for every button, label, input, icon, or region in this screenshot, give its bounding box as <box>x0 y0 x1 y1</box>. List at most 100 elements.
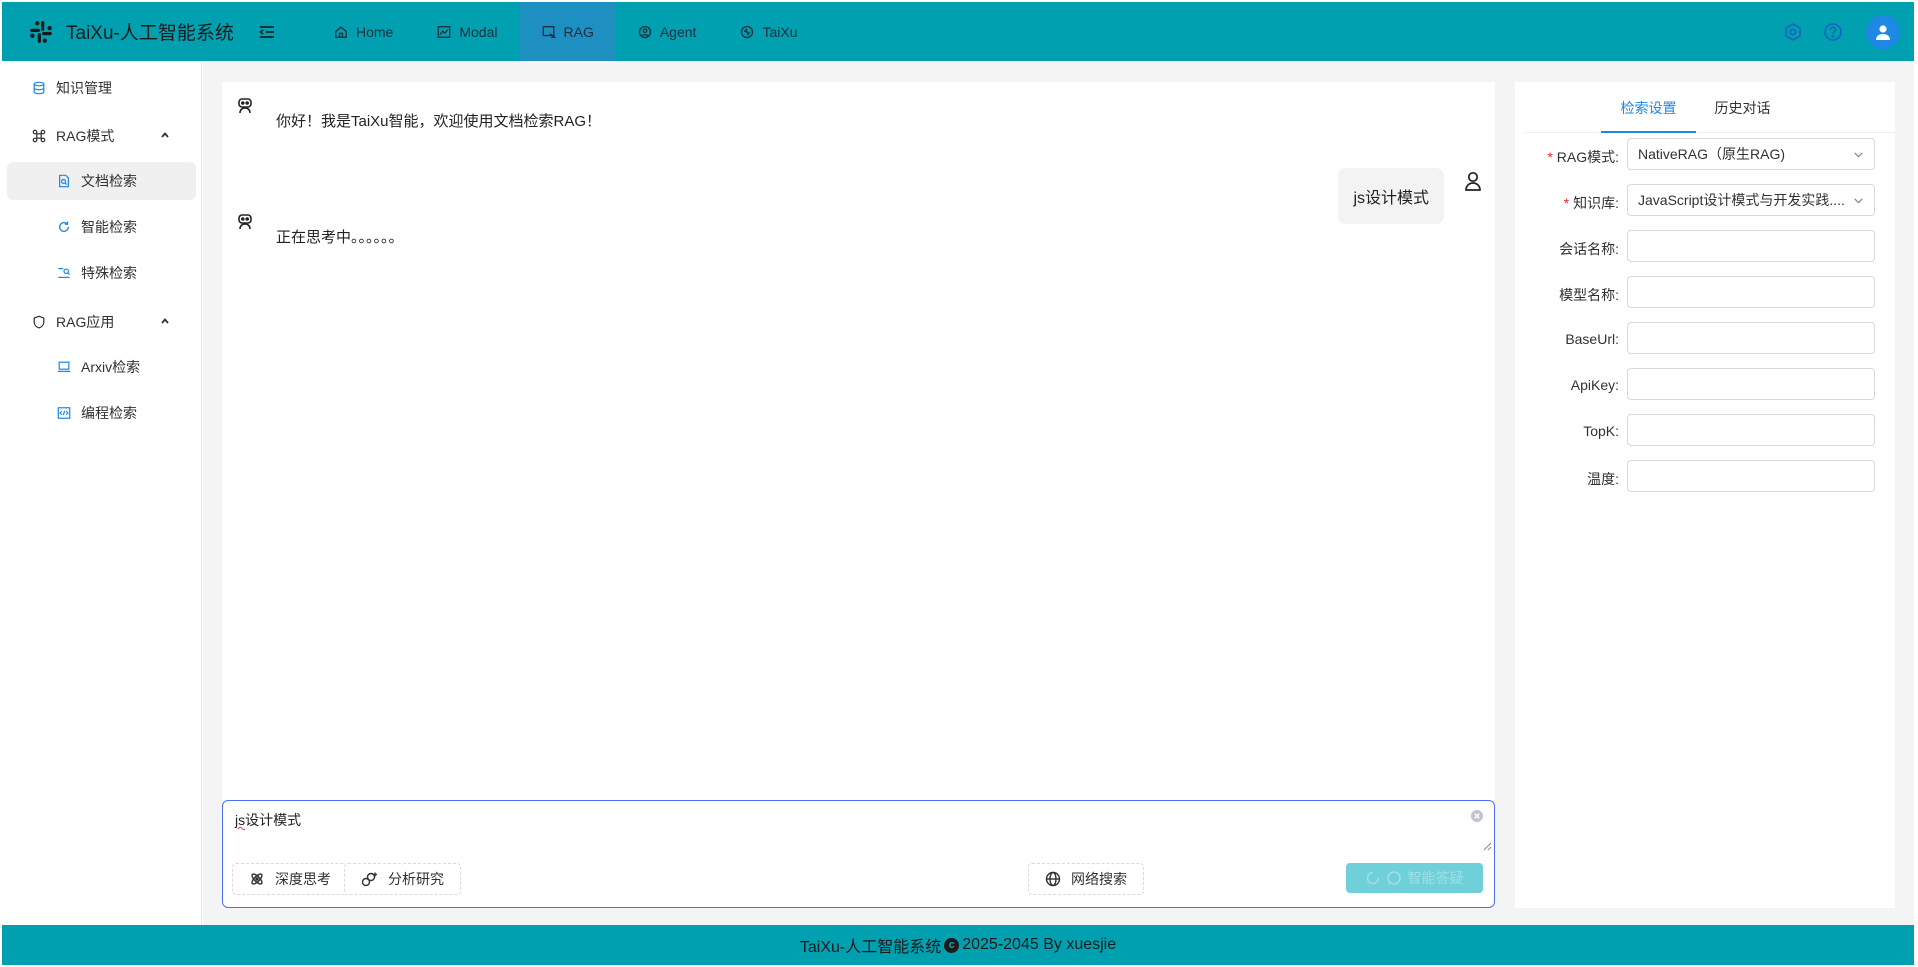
chat-input-rest: 设计模式 <box>245 812 302 828</box>
form-row-model: 模型名称: <box>1515 276 1895 310</box>
deep-think-button[interactable]: 深度思考 <box>232 863 348 895</box>
form-row-knowledge: * 知识库: JavaScript设计模式与开发实践.... <box>1515 184 1895 218</box>
bot-welcome-message: 你好！我是TaiXu智能，欢迎使用文档检索RAG！ <box>276 113 602 130</box>
document-search-icon <box>59 174 69 188</box>
settings-hex-icon[interactable] <box>1778 17 1808 47</box>
chat-input-misspelled: js <box>235 812 246 828</box>
session-label: 会话名称: <box>1559 241 1619 257</box>
form-row-api-key: ApiKey: <box>1515 368 1895 402</box>
chat-input[interactable]: js设计模式 <box>235 810 301 830</box>
model-name-input[interactable] <box>1627 276 1875 308</box>
send-button[interactable]: 智能答疑 <box>1346 863 1483 893</box>
user-avatar[interactable] <box>1866 14 1900 49</box>
sidebar-item-knowledge[interactable]: 知识管理 <box>7 70 196 106</box>
sidebar-item-smart-search[interactable]: 智能检索 <box>7 208 196 246</box>
top-nav: Home Modal RAG Agent TaiXu <box>312 2 819 61</box>
globe-icon <box>1045 871 1061 887</box>
slack-logo-icon <box>26 17 56 47</box>
nav-agent[interactable]: Agent <box>616 2 719 61</box>
form-row-rag-mode: * RAG模式: NativeRAG（原生RAG) <box>1515 138 1895 172</box>
form-row-session: 会话名称: <box>1515 230 1895 264</box>
header-actions <box>1768 14 1914 49</box>
nav-rag[interactable]: RAG <box>519 2 616 61</box>
chat-panel: 你好！我是TaiXu智能，欢迎使用文档检索RAG！ js设计模式 正在思考中。。… <box>222 82 1495 908</box>
loading-icon <box>1366 871 1379 885</box>
nav-agent-label: Agent <box>659 23 697 40</box>
active-tab-indicator <box>1601 131 1696 133</box>
taixu-icon <box>741 25 754 38</box>
laptop-icon <box>57 361 71 372</box>
topk-label: TopK: <box>1583 423 1619 439</box>
sidebar-item-label: 智能检索 <box>81 219 137 235</box>
main-content: 你好！我是TaiXu智能，欢迎使用文档检索RAG！ js设计模式 正在思考中。。… <box>203 61 1914 925</box>
user-message-text: js设计模式 <box>1353 190 1429 207</box>
footer-brand: TaiXu-人工智能系统 <box>799 939 942 956</box>
base-url-label: BaseUrl: <box>1565 331 1619 347</box>
sidebar-item-doc-search[interactable]: 文档检索 <box>7 162 196 200</box>
bot-thinking-message: 正在思考中。。。。。。 <box>276 229 404 246</box>
chevron-down-icon <box>1854 197 1863 204</box>
atom-icon <box>251 873 263 885</box>
analysis-icon <box>361 872 377 887</box>
nav-modal[interactable]: Modal <box>415 2 519 61</box>
chevron-up-icon <box>161 132 169 138</box>
nav-modal-label: Modal <box>459 23 498 40</box>
command-icon <box>32 129 46 143</box>
chevron-down-icon <box>1854 151 1863 158</box>
knowledge-label: * 知识库: <box>1563 195 1619 211</box>
chat-input-box[interactable]: js设计模式 深度思考 分析研究 网络搜索 智能答疑 <box>222 800 1495 908</box>
help-icon[interactable] <box>1818 17 1848 47</box>
web-search-button[interactable]: 网络搜索 <box>1028 863 1144 895</box>
web-search-label: 网络搜索 <box>1071 871 1127 887</box>
app-title: TaiXu-人工智能系统 <box>66 23 234 44</box>
analysis-button[interactable]: 分析研究 <box>344 863 461 895</box>
resize-handle-icon[interactable] <box>1482 841 1492 851</box>
chat-bubble-icon <box>1386 871 1401 885</box>
sidebar-item-label: 知识管理 <box>56 80 112 96</box>
knowledge-value: JavaScript设计模式与开发实践.... <box>1638 192 1845 208</box>
analysis-label: 分析研究 <box>388 871 444 887</box>
model-label: 模型名称: <box>1559 287 1619 303</box>
rag-mode-label: * RAG模式: <box>1547 149 1619 165</box>
search-list-icon <box>58 268 70 278</box>
agent-icon <box>638 25 652 38</box>
sidebar-item-special-search[interactable]: 特殊检索 <box>7 254 196 292</box>
code-icon <box>57 407 71 419</box>
form-row-topk: TopK: <box>1515 414 1895 448</box>
sidebar-item-label: Arxiv检索 <box>81 359 141 375</box>
clear-icon[interactable] <box>1470 809 1484 823</box>
chevron-up-icon <box>161 318 169 324</box>
sidebar-group-rag-mode[interactable]: RAG模式 <box>7 118 196 154</box>
session-name-input[interactable] <box>1627 230 1875 262</box>
database-icon <box>33 81 45 95</box>
sidebar-item-code-search[interactable]: 编程检索 <box>7 394 196 432</box>
send-label: 智能答疑 <box>1407 870 1464 886</box>
sidebar-item-label: 文档检索 <box>81 173 137 189</box>
sidebar-group-rag-app[interactable]: RAG应用 <box>7 304 196 340</box>
image-chart-icon <box>438 25 451 38</box>
settings-tabs: 检索设置 历史对话 <box>1525 82 1895 133</box>
brand[interactable]: TaiXu-人工智能系统 <box>2 17 242 47</box>
api-key-label: ApiKey: <box>1570 377 1619 393</box>
form-row-base-url: BaseUrl: <box>1515 322 1895 356</box>
tab-retrieval-settings[interactable]: 检索设置 <box>1601 98 1696 118</box>
robot-icon <box>238 214 252 230</box>
user-icon <box>1465 171 1481 191</box>
knowledge-select[interactable]: JavaScript设计模式与开发实践.... <box>1627 184 1875 216</box>
nav-taixu-label: TaiXu <box>762 23 798 40</box>
base-url-input[interactable] <box>1627 322 1875 354</box>
rag-mode-value: NativeRAG（原生RAG) <box>1638 146 1786 162</box>
api-key-input[interactable] <box>1627 368 1875 400</box>
home-icon <box>335 25 347 38</box>
footer: TaiXu-人工智能系统 c 2025-2045 By xuesjie <box>2 925 1914 965</box>
tab-history[interactable]: 历史对话 <box>1695 98 1790 118</box>
temperature-input[interactable] <box>1627 460 1875 492</box>
menu-collapse-icon[interactable] <box>252 17 282 47</box>
topk-input[interactable] <box>1627 414 1875 446</box>
nav-taixu[interactable]: TaiXu <box>718 2 819 61</box>
nav-home[interactable]: Home <box>312 2 415 61</box>
sidebar-item-arxiv-search[interactable]: Arxiv检索 <box>7 348 196 386</box>
nav-home-label: Home <box>356 23 394 40</box>
rag-mode-select[interactable]: NativeRAG（原生RAG) <box>1627 138 1875 170</box>
rag-icon <box>542 25 556 38</box>
